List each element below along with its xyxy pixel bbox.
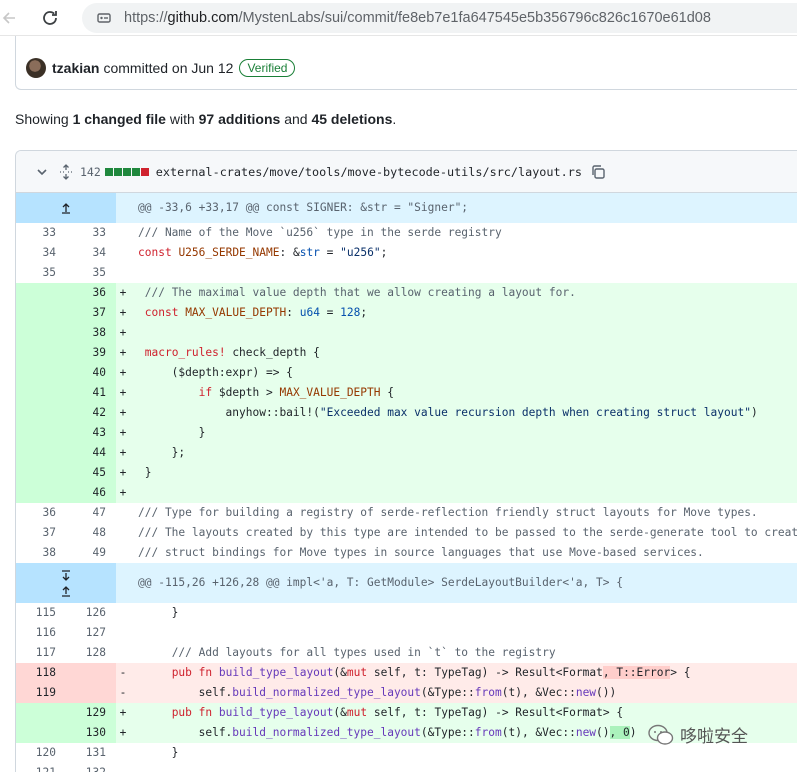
diff-line: 33 33 /// Name of the Move `u256` type in…: [42, 226, 502, 239]
expand-all-icon[interactable]: [58, 163, 74, 180]
avatar[interactable]: [26, 58, 46, 78]
diffstat: [104, 167, 150, 176]
file-diff: 142 external-crates/move/tools/move-byte…: [15, 150, 797, 772]
author-link[interactable]: tzakian: [52, 60, 99, 76]
added-line: 42 + anyhow::bail!("Exceeded max value r…: [16, 403, 797, 423]
added-line: 38 +: [16, 323, 797, 343]
diff-summary: Showing 1 changed file with 97 additions…: [15, 111, 397, 127]
watermark: 哆啦安全: [648, 722, 748, 747]
added-line: 39 + macro_rules! check_depth {: [16, 343, 797, 363]
deleted-line: 118 - pub fn build_type_layout(&mut self…: [16, 663, 797, 683]
diff-line: 36 47 /// Type for building a registry of…: [42, 506, 758, 519]
diff-line: 35 35: [42, 266, 106, 279]
file-header: 142 external-crates/move/tools/move-byte…: [16, 151, 797, 193]
wechat-icon: [648, 724, 674, 745]
verified-badge[interactable]: Verified: [239, 59, 296, 77]
back-arrow-icon[interactable]: [0, 0, 18, 36]
chevron-down-icon[interactable]: [34, 164, 50, 180]
added-line: 43 + }: [16, 423, 797, 443]
deleted-line: 119 - self.build_normalized_type_layout(…: [16, 683, 797, 703]
file-path[interactable]: external-crates/move/tools/move-bytecode…: [156, 165, 582, 179]
added-line: 45 + }: [16, 463, 797, 483]
changed-files-toggle[interactable]: 1 changed file: [73, 111, 166, 127]
hunk-header: @@ -33,6 +33,17 @@ const SIGNER: &str = …: [16, 193, 797, 223]
added-line: 129 + pub fn build_type_layout(&mut self…: [16, 703, 797, 723]
added-line: 44 + };: [16, 443, 797, 463]
browser-toolbar: https://github.com/MystenLabs/sui/commit…: [0, 0, 797, 36]
added-line: 36 + /// The maximal value depth that we…: [16, 283, 797, 303]
diff-line: 121132: [16, 763, 797, 772]
url-text: https://github.com/MystenLabs/sui/commit…: [124, 9, 711, 26]
commit-date: committed on Jun 12: [103, 60, 234, 76]
commit-header: tzakian committed on Jun 12 Verified: [15, 36, 797, 90]
added-line: 41 + if $depth > MAX_VALUE_DEPTH {: [16, 383, 797, 403]
site-info-icon[interactable]: [96, 10, 112, 26]
diff-line: 38 49 /// struct bindings for Move types …: [42, 546, 704, 559]
added-line: 46 +: [16, 483, 797, 503]
diff-line: 37 48 /// The layouts created by this typ…: [42, 526, 797, 539]
diff-line: 117 128 /// Add layouts for all types use…: [35, 646, 556, 659]
added-line: 37 + const MAX_VALUE_DEPTH: u64 = 128;: [16, 303, 797, 323]
reload-icon[interactable]: [32, 0, 68, 36]
added-line: 40 + ($depth:expr) => {: [16, 363, 797, 383]
diff-line: 116 127: [35, 626, 106, 639]
expand-both-icon[interactable]: [16, 563, 116, 603]
expand-up-icon[interactable]: [16, 193, 116, 223]
address-bar[interactable]: https://github.com/MystenLabs/sui/commit…: [82, 2, 797, 33]
diff-line: 34 34 const U256_SERDE_NAME: &str = "u256…: [42, 246, 388, 259]
copy-icon[interactable]: [590, 164, 606, 180]
change-count: 142: [80, 164, 101, 179]
hunk-header: @@ -115,26 +126,28 @@ impl<'a, T: GetMod…: [16, 563, 797, 603]
diff-line: 115 126 }: [35, 606, 179, 619]
diff-table: @@ -33,6 +33,17 @@ const SIGNER: &str = …: [16, 193, 797, 772]
